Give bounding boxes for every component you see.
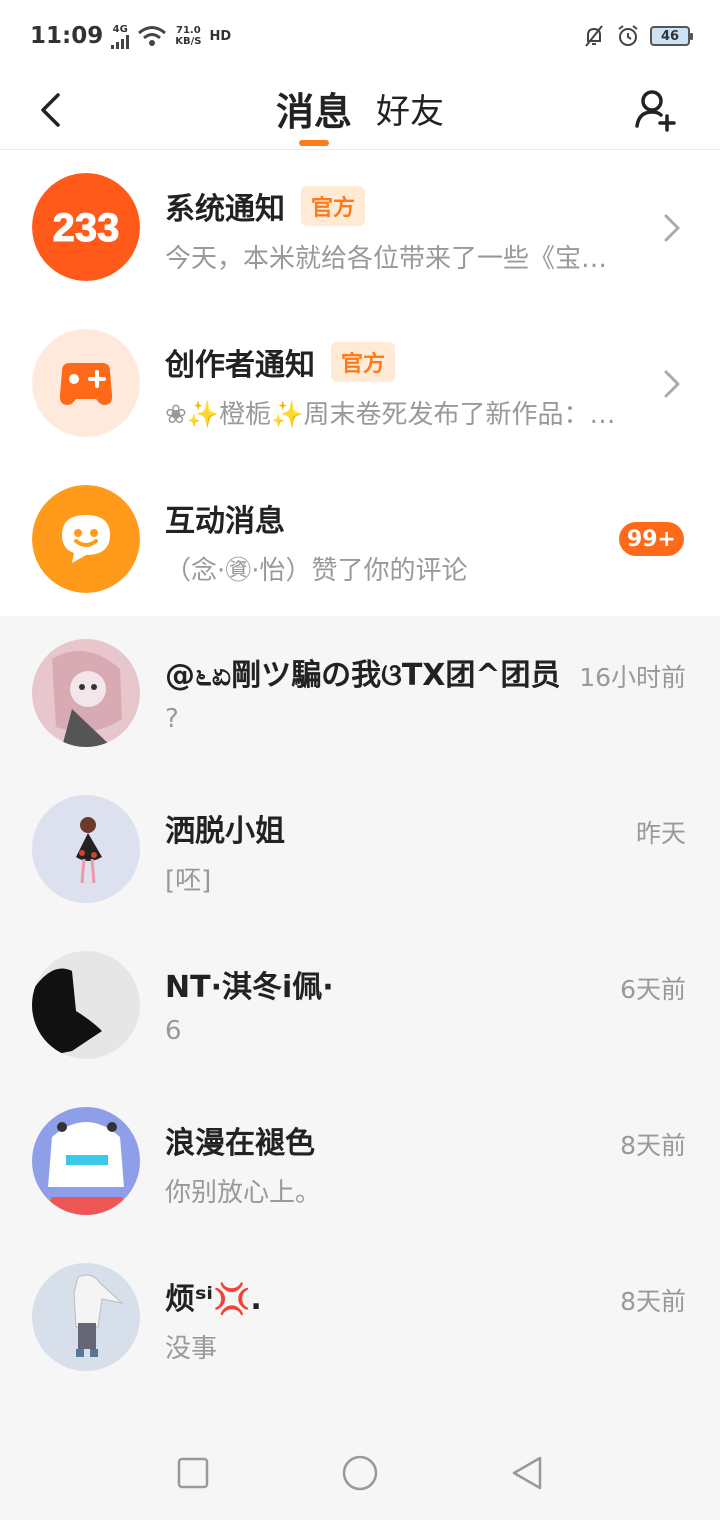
chat-list: @೬ಏ剛ツ騙の我ଓTX团^团员 ? 16小时前 洒脱小姐 [呸] 昨天 NT·淇… [0, 616, 720, 1426]
active-tab-indicator [298, 139, 329, 146]
user-avatar [32, 1263, 140, 1371]
status-time: 11:09 [30, 23, 104, 49]
status-bar: 11:09 4G 71.0 KB/S HD 46 [0, 0, 720, 72]
system-nav-bar [0, 1426, 720, 1520]
chat-time: 8天前 [620, 1131, 686, 1160]
official-notification-list: 233 系统通知 官方 今天，本米就给各位带来了一些《宝… 创作者通知 官方 ❀… [0, 150, 720, 616]
chat-time: 6天前 [620, 975, 686, 1004]
creator-notice-avatar [32, 329, 140, 437]
interaction-message-title: 互动消息 [165, 496, 285, 540]
chat-username: NT·淇冬i佩· [165, 970, 334, 1005]
tab-friends[interactable]: 好友 [376, 84, 444, 139]
creator-notice-row[interactable]: 创作者通知 官方 ❀✨橙栀✨周末卷死发布了新作品：… [0, 306, 720, 462]
interaction-message-name: 互动消息 [165, 504, 285, 539]
add-friend-button[interactable] [632, 80, 680, 140]
chat-username: 烦ˢⁱ💢. [165, 1282, 262, 1317]
triangle-back-icon [512, 1456, 541, 1490]
system-notice-title: 系统通知 官方 [165, 184, 366, 228]
net-speed: 71.0 KB/S [175, 25, 201, 47]
chat-last-message: [呸] [165, 866, 212, 896]
chat-time: 8天前 [620, 1287, 686, 1316]
circle-icon [342, 1455, 378, 1491]
status-right: 46 [582, 24, 693, 48]
home-button[interactable] [330, 1443, 390, 1503]
chevron-right-icon [664, 370, 680, 398]
official-badge: 官方 [331, 342, 396, 382]
system-notice-row[interactable]: 233 系统通知 官方 今天，本米就给各位带来了一些《宝… [0, 150, 720, 306]
system-notice-preview: 今天，本米就给各位带来了一些《宝… [165, 244, 608, 274]
user-avatar [32, 1107, 140, 1215]
chat-row[interactable]: 浪漫在褪色 你别放心上。 8天前 [0, 1084, 720, 1240]
alarm-icon [618, 25, 638, 46]
chat-time: 16小时前 [579, 663, 686, 692]
chat-last-message: 没事 [165, 1334, 218, 1364]
chevron-right-icon [664, 214, 680, 242]
system-back-button[interactable] [497, 1443, 557, 1503]
unread-count-badge: 99+ [618, 522, 684, 556]
creator-notice-preview: ❀✨橙栀✨周末卷死发布了新作品：… [165, 400, 616, 430]
chat-row[interactable]: 洒脱小姐 [呸] 昨天 [0, 772, 720, 928]
user-avatar [32, 951, 140, 1059]
user-avatar [32, 795, 140, 903]
recent-apps-button[interactable] [163, 1443, 223, 1503]
tab-messages-label: 消息 [275, 89, 352, 134]
smile-chat-icon [32, 485, 140, 593]
chat-time: 昨天 [635, 819, 686, 848]
interaction-message-preview: （念·㊮·怡）赞了你的评论 [165, 556, 468, 586]
gamepad-icon [32, 329, 140, 437]
chat-row[interactable]: 烦ˢⁱ💢. 没事 8天前 [0, 1240, 720, 1396]
network-type: 4G [112, 23, 128, 35]
chat-last-message: 你别放心上。 [165, 1178, 322, 1208]
creator-notice-title: 创作者通知 官方 [165, 340, 396, 384]
chat-username: @೬ಏ剛ツ騙の我ଓTX团^团员 [165, 658, 561, 693]
mute-bell-icon [585, 25, 603, 47]
signal-icon [111, 34, 130, 49]
avatar-233-text: 233 [53, 206, 120, 250]
system-notice-avatar: 233 [32, 173, 140, 281]
net-speed-unit: KB/S [175, 36, 202, 47]
chat-username: 洒脱小姐 [165, 814, 285, 849]
tab-friends-label: 好友 [376, 91, 444, 132]
status-left: 11:09 4G 71.0 KB/S HD [30, 23, 231, 49]
tab-messages[interactable]: 消息 [275, 81, 352, 146]
creator-notice-name: 创作者通知 [165, 348, 315, 383]
chat-row[interactable]: NT·淇冬i佩· 6 6天前 [0, 928, 720, 1084]
official-badge: 官方 [301, 186, 366, 226]
tab-bar: 消息 好友 [0, 72, 720, 150]
user-avatar [32, 639, 140, 747]
hd-indicator: HD [209, 28, 232, 44]
interaction-message-avatar [32, 485, 140, 593]
header: 消息 好友 [0, 72, 720, 150]
chat-last-message: ? [165, 704, 179, 734]
chat-row[interactable]: @೬ಏ剛ツ騙の我ଓTX团^团员 ? 16小时前 [0, 616, 720, 772]
wifi-icon [138, 26, 167, 46]
system-notice-name: 系统通知 [165, 192, 285, 227]
add-user-icon [635, 90, 676, 132]
chat-username: 浪漫在褪色 [165, 1126, 315, 1161]
net-speed-value: 71.0 [175, 25, 201, 36]
network-indicator: 4G [111, 23, 130, 49]
chat-last-message: 6 [165, 1016, 182, 1046]
battery-icon: 46 [650, 26, 693, 46]
interaction-message-row[interactable]: 互动消息 （念·㊮·怡）赞了你的评论 99+ [0, 462, 720, 618]
square-icon [178, 1457, 209, 1489]
